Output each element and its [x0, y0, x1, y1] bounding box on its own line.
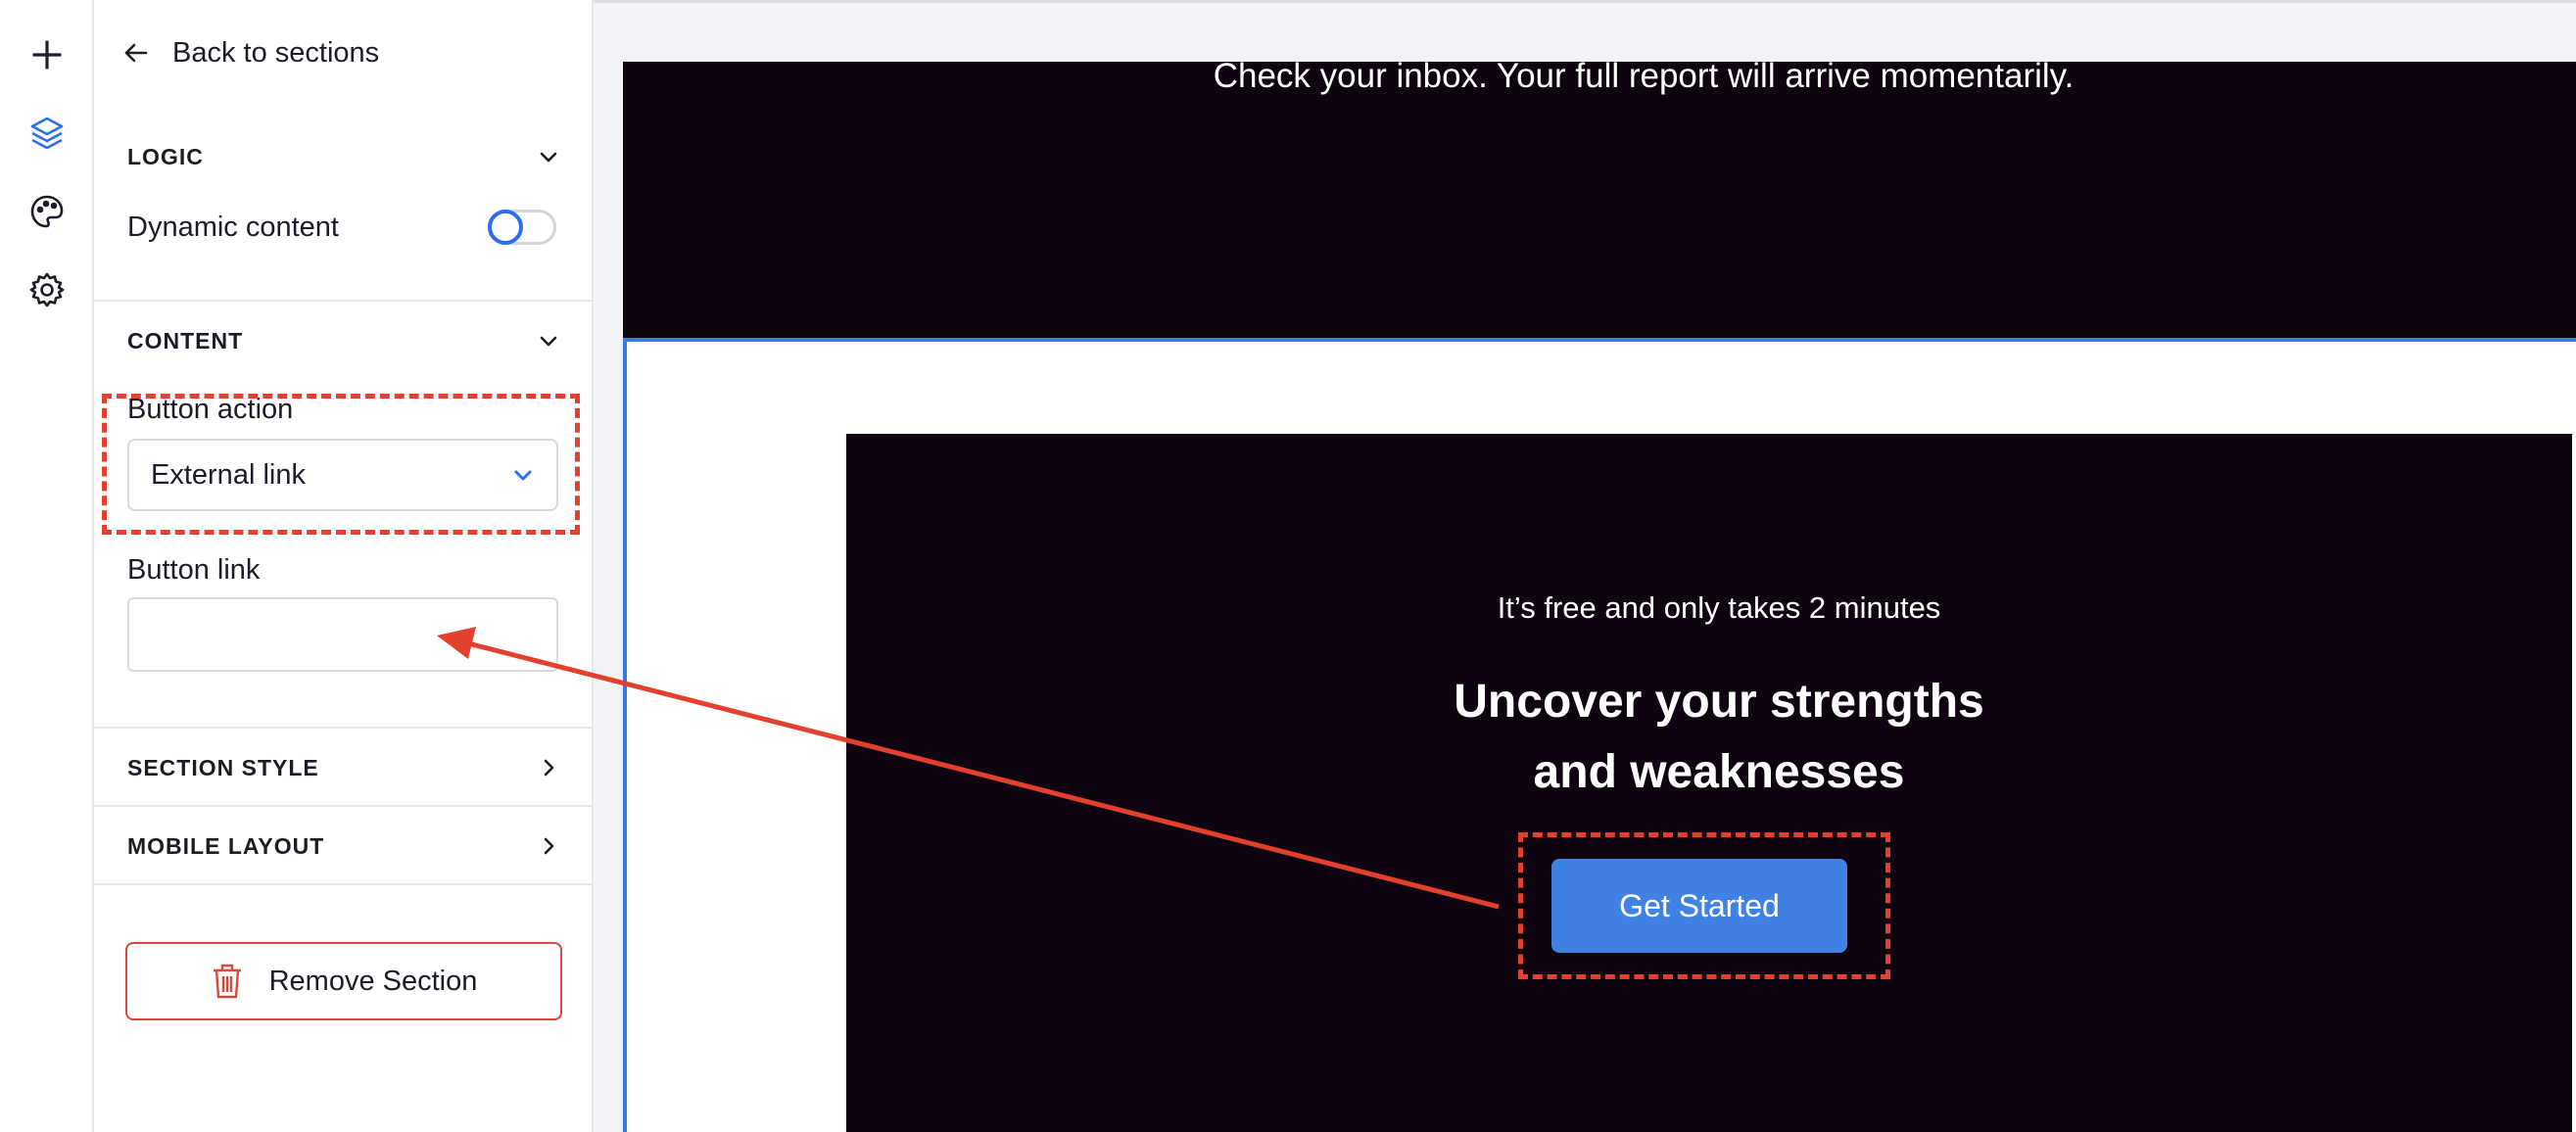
divider: [94, 727, 592, 729]
cta-heading-line2: and weaknesses: [1533, 746, 1905, 798]
chevron-down-icon: [514, 470, 532, 481]
confirmation-text: Check your inbox. Your full report will …: [1213, 57, 2075, 95]
cta-subtitle: It’s free and only takes 2 minutes: [1497, 590, 1941, 625]
back-to-sections-link[interactable]: Back to sections: [121, 29, 379, 76]
section-style-toggle[interactable]: SECTION STYLE: [127, 748, 562, 787]
content-section-toggle[interactable]: CONTENT: [127, 321, 562, 360]
back-label: Back to sections: [172, 36, 380, 69]
logic-title: LOGIC: [127, 143, 204, 169]
icon-rail: [0, 0, 94, 1132]
logic-section-toggle[interactable]: LOGIC: [127, 137, 562, 176]
trash-icon: [213, 964, 241, 999]
toggle-knob: [488, 210, 523, 245]
remove-section-button[interactable]: Remove Section: [125, 942, 562, 1020]
dynamic-content-row: Dynamic content: [127, 206, 556, 249]
divider: [94, 300, 592, 302]
layers-icon: [30, 117, 64, 150]
confirmation-section[interactable]: Check your inbox. Your full report will …: [623, 57, 2576, 338]
selected-cta-section[interactable]: It’s free and only takes 2 minutes Uncov…: [623, 338, 2576, 1132]
gear-icon: [29, 272, 65, 307]
section-settings-panel: Back to sections LOGIC Dynamic content C…: [94, 0, 594, 1132]
content-title: CONTENT: [127, 327, 244, 354]
theme-button[interactable]: [20, 184, 74, 239]
button-action-label: Button action: [127, 394, 294, 425]
add-button[interactable]: [20, 27, 74, 82]
palette-icon: [30, 195, 64, 228]
arrow-left-icon: [124, 43, 148, 63]
divider: [94, 805, 592, 807]
button-link-input[interactable]: [127, 597, 558, 672]
chevron-right-icon: [544, 837, 554, 855]
chevron-down-icon: [540, 152, 557, 163]
cta-heading: Uncover your strengths and weaknesses: [846, 667, 2572, 808]
get-started-button[interactable]: Get Started: [1551, 859, 1847, 953]
dynamic-content-label: Dynamic content: [127, 211, 339, 243]
divider: [94, 883, 592, 885]
cta-block: It’s free and only takes 2 minutes Uncov…: [846, 434, 2572, 1132]
button-link-label: Button link: [127, 554, 261, 586]
plus-icon: [32, 40, 62, 70]
section-style-title: SECTION STYLE: [127, 754, 319, 780]
button-action-select[interactable]: External link: [127, 439, 558, 511]
mobile-layout-title: MOBILE LAYOUT: [127, 832, 325, 859]
page-canvas: Check your inbox. Your full report will …: [594, 0, 2576, 1132]
mobile-layout-toggle[interactable]: MOBILE LAYOUT: [127, 826, 562, 866]
dynamic-content-toggle[interactable]: [488, 210, 556, 245]
chevron-right-icon: [544, 759, 554, 777]
layers-button[interactable]: [20, 106, 74, 161]
remove-section-label: Remove Section: [268, 965, 478, 997]
chevron-down-icon: [540, 336, 557, 347]
cta-heading-line1: Uncover your strengths: [1454, 676, 1984, 728]
settings-button[interactable]: [20, 262, 74, 317]
button-action-value: External link: [151, 458, 306, 491]
